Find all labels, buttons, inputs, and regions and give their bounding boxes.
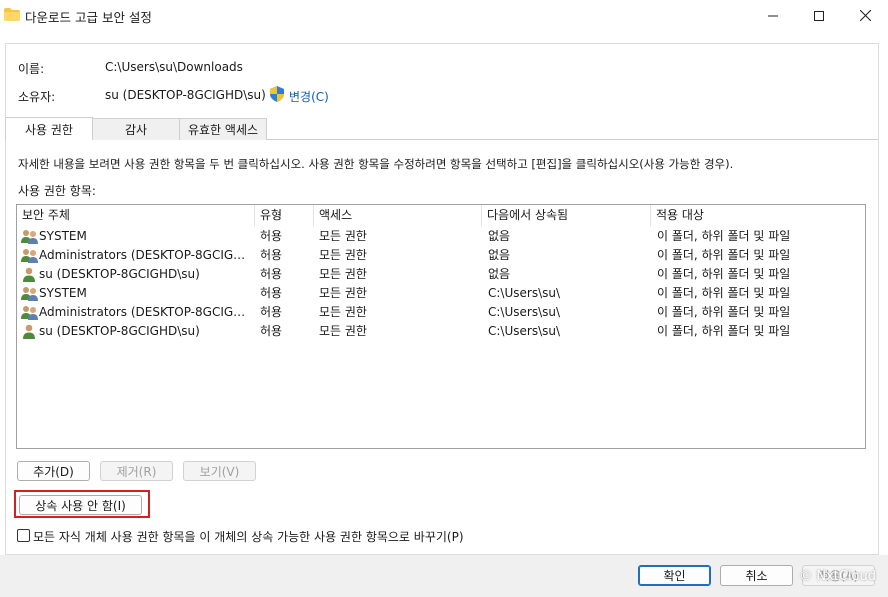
- access-cell: 모든 권한: [319, 267, 367, 281]
- applies-to-cell: 이 폴더, 하위 폴더 및 파일: [657, 286, 791, 300]
- applies-to-cell: 이 폴더, 하위 폴더 및 파일: [657, 267, 791, 281]
- table-row[interactable]: su (DESKTOP-8GCIGHD\su) 허용 모든 권한 C:\User…: [17, 322, 865, 341]
- name-label: 이름:: [18, 62, 45, 76]
- type-cell: 허용: [260, 229, 283, 243]
- access-cell: 모든 권한: [319, 305, 367, 319]
- table-row[interactable]: SYSTEM 허용 모든 권한 C:\Users\su\ 이 폴더, 하위 폴더…: [17, 284, 865, 303]
- inherited-from-cell: 없음: [488, 229, 511, 243]
- disable-inheritance-button[interactable]: 상속 사용 안 함(I): [19, 495, 142, 515]
- permission-entries-list[interactable]: 보안 주체 유형 액세스 다음에서 상속됨 적용 대상 SYSTEM 허용 모든…: [16, 204, 866, 449]
- cancel-button[interactable]: 취소: [720, 565, 793, 586]
- access-cell: 모든 권한: [319, 248, 367, 262]
- group-users-icon: [21, 230, 38, 244]
- single-user-icon: [23, 267, 35, 282]
- applies-to-cell: 이 폴더, 하위 폴더 및 파일: [657, 248, 791, 262]
- access-cell: 모든 권한: [319, 286, 367, 300]
- group-users-icon: [21, 249, 38, 263]
- replace-child-permissions-label[interactable]: 모든 자식 개체 사용 권한 항목을 이 개체의 상속 가능한 사용 권한 항목…: [33, 528, 464, 545]
- remove-button[interactable]: 제거(R): [100, 461, 173, 481]
- type-cell: 허용: [260, 248, 283, 262]
- tab-label: 감사: [124, 123, 148, 137]
- minimize-icon: [768, 15, 778, 16]
- close-icon: [859, 10, 871, 21]
- table-row[interactable]: Administrators (DESKTOP-8GCIGHD\... 허용 모…: [17, 303, 865, 322]
- folder-icon: [4, 8, 20, 21]
- inherited-from-cell: C:\Users\su\: [488, 286, 561, 300]
- tab-label: 유효한 액세스: [187, 123, 259, 137]
- uac-shield-icon: [270, 86, 284, 102]
- change-owner-link[interactable]: 변경(C): [289, 88, 329, 105]
- owner-label: 소유자:: [18, 90, 56, 104]
- owner-value: su (DESKTOP-8GCIGHD\su): [105, 88, 266, 102]
- access-cell: 모든 권한: [319, 229, 367, 243]
- minimize-button[interactable]: [750, 0, 796, 31]
- principal-cell: su (DESKTOP-8GCIGHD\su): [39, 324, 200, 338]
- watermark: © NxtCloud: [799, 569, 876, 584]
- tab-label: 사용 권한: [25, 122, 73, 137]
- applies-to-cell: 이 폴더, 하위 폴더 및 파일: [657, 305, 791, 319]
- column-header-applies-to[interactable]: 적용 대상: [651, 205, 865, 226]
- add-button[interactable]: 추가(D): [17, 461, 90, 481]
- principal-cell: SYSTEM: [39, 286, 87, 300]
- name-value[interactable]: C:\Users\su\Downloads: [105, 60, 243, 74]
- type-cell: 허용: [260, 267, 283, 281]
- applies-to-cell: 이 폴더, 하위 폴더 및 파일: [657, 324, 791, 338]
- column-header-principal[interactable]: 보안 주체: [17, 205, 255, 226]
- principal-cell: Administrators (DESKTOP-8GCIGHD\...: [39, 305, 253, 319]
- group-users-icon: [21, 287, 38, 301]
- column-header-type[interactable]: 유형: [255, 205, 314, 226]
- access-cell: 모든 권한: [319, 324, 367, 338]
- single-user-icon: [23, 324, 35, 339]
- type-cell: 허용: [260, 286, 283, 300]
- column-header-inherited-from[interactable]: 다음에서 상속됨: [482, 205, 651, 226]
- type-cell: 허용: [260, 324, 283, 338]
- instructions-text: 자세한 내용을 보려면 사용 권한 항목을 두 번 클릭하십시오. 사용 권한 …: [18, 157, 734, 171]
- title-bar: 다운로드 고급 보안 설정: [0, 0, 888, 31]
- view-button[interactable]: 보기(V): [183, 461, 256, 481]
- tab-permissions[interactable]: 사용 권한: [5, 117, 93, 140]
- table-row[interactable]: Administrators (DESKTOP-8GCIGHD\... 허용 모…: [17, 246, 865, 265]
- principal-cell: Administrators (DESKTOP-8GCIGHD\...: [39, 248, 253, 262]
- replace-child-permissions-checkbox[interactable]: [17, 529, 30, 542]
- principal-cell: SYSTEM: [39, 229, 87, 243]
- column-header-access[interactable]: 액세스: [314, 205, 482, 226]
- type-cell: 허용: [260, 305, 283, 319]
- ok-button[interactable]: 확인: [638, 565, 711, 586]
- group-users-icon: [21, 306, 38, 320]
- table-row[interactable]: su (DESKTOP-8GCIGHD\su) 허용 모든 권한 없음 이 폴더…: [17, 265, 865, 284]
- inherited-from-cell: 없음: [488, 267, 511, 281]
- window-title: 다운로드 고급 보안 설정: [25, 10, 152, 25]
- table-row[interactable]: SYSTEM 허용 모든 권한 없음 이 폴더, 하위 폴더 및 파일: [17, 227, 865, 246]
- tab-effective-access[interactable]: 유효한 액세스: [179, 118, 267, 140]
- inherited-from-cell: C:\Users\su\: [488, 324, 561, 338]
- tab-auditing[interactable]: 감사: [91, 118, 181, 140]
- close-button[interactable]: [842, 0, 888, 31]
- inherited-from-cell: 없음: [488, 248, 511, 262]
- principal-cell: su (DESKTOP-8GCIGHD\su): [39, 267, 200, 281]
- entries-label: 사용 권한 항목:: [18, 184, 96, 198]
- inherited-from-cell: C:\Users\su\: [488, 305, 561, 319]
- maximize-icon: [814, 10, 824, 21]
- maximize-button[interactable]: [796, 0, 842, 31]
- applies-to-cell: 이 폴더, 하위 폴더 및 파일: [657, 229, 791, 243]
